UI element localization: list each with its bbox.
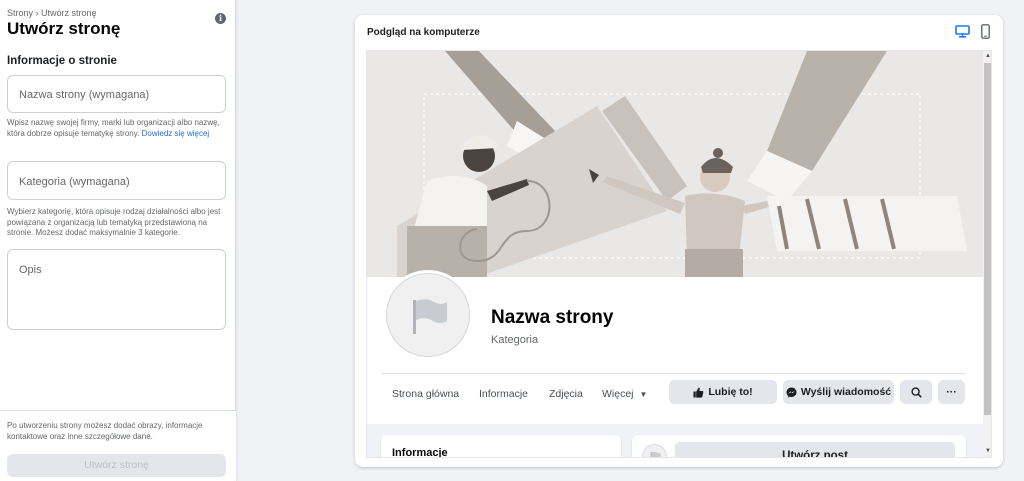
category-placeholder: Kategoria (wymagana) bbox=[19, 176, 130, 188]
preview-title: Podgląd na komputerze bbox=[367, 27, 480, 38]
create-page-sidebar: Strony › Utwórz stronę Utwórz stronę i I… bbox=[0, 0, 236, 481]
learn-more-link[interactable]: Dowiedz się więcej bbox=[142, 129, 210, 138]
page-name-help: Wpisz nazwę swojej firmy, marki lub orga… bbox=[7, 118, 229, 139]
page-title: Utwórz stronę bbox=[7, 19, 121, 38]
description-textarea[interactable]: Opis bbox=[7, 249, 226, 330]
tab-more-label: Więcej bbox=[602, 388, 634, 400]
preview-page-name: Nazwa strony bbox=[491, 307, 614, 328]
create-page-button[interactable]: Utwórz stronę bbox=[7, 454, 226, 477]
flag-icon bbox=[650, 451, 661, 457]
info-card: Informacje bbox=[381, 435, 621, 458]
like-button-label: Lubię to! bbox=[708, 386, 753, 398]
info-icon[interactable]: i bbox=[215, 13, 226, 24]
page-name-placeholder: Nazwa strony (wymagana) bbox=[19, 89, 150, 101]
like-button[interactable]: Lubię to! bbox=[669, 380, 777, 404]
scrollbar-thumb[interactable] bbox=[984, 63, 991, 415]
header-divider bbox=[381, 373, 965, 374]
scroll-down-icon[interactable]: ▼ bbox=[985, 448, 991, 454]
tab-more[interactable]: Więcej ▼ bbox=[602, 388, 647, 400]
create-post-button[interactable]: Utwórz post bbox=[675, 442, 955, 457]
search-button[interactable] bbox=[900, 380, 932, 404]
preview-page-category: Kategoria bbox=[491, 334, 539, 346]
thumbs-up-icon bbox=[693, 387, 704, 398]
preview-frame: Nazwa strony Kategoria Strona główna Inf… bbox=[366, 50, 992, 458]
more-options-button[interactable]: ··· bbox=[938, 380, 965, 404]
breadcrumb[interactable]: Strony › Utwórz stronę bbox=[7, 8, 97, 18]
page-header-area: Nazwa strony Kategoria Strona główna Inf… bbox=[367, 51, 983, 424]
messenger-icon bbox=[786, 387, 797, 398]
category-input[interactable]: Kategoria (wymagana) bbox=[7, 161, 226, 200]
tab-photos[interactable]: Zdjęcia bbox=[549, 388, 583, 400]
desktop-icon[interactable] bbox=[955, 25, 970, 43]
tab-about[interactable]: Informacje bbox=[479, 388, 528, 400]
create-post-card: Utwórz post bbox=[632, 435, 966, 457]
category-help: Wybierz kategorię, która opisuje rodzaj … bbox=[7, 207, 221, 237]
info-card-title: Informacje bbox=[392, 447, 448, 458]
description-placeholder: Opis bbox=[19, 264, 42, 276]
sidebar-footer: Po utworzeniu strony możesz dodać obrazy… bbox=[0, 410, 236, 481]
mobile-icon[interactable] bbox=[981, 24, 990, 44]
page-body: Informacje Utwórz post bbox=[367, 424, 983, 458]
send-message-button[interactable]: Wyślij wiadomość bbox=[783, 380, 894, 404]
search-icon bbox=[910, 386, 922, 398]
post-avatar bbox=[642, 444, 667, 457]
desktop-preview-card: Podgląd na komputerze Nazwa strony Kateg… bbox=[355, 15, 1003, 467]
chevron-down-icon: ▼ bbox=[639, 390, 648, 399]
scroll-up-icon[interactable]: ▲ bbox=[985, 53, 991, 59]
cover-photo bbox=[367, 51, 983, 277]
footer-note: Po utworzeniu strony możesz dodać obrazy… bbox=[7, 421, 203, 441]
section-heading: Informacje o stronie bbox=[7, 55, 117, 67]
page-name-input[interactable]: Nazwa strony (wymagana) bbox=[7, 75, 226, 113]
page-avatar[interactable] bbox=[386, 273, 470, 357]
send-message-label: Wyślij wiadomość bbox=[800, 386, 892, 398]
cover-illustration bbox=[367, 51, 983, 277]
flag-icon bbox=[413, 299, 447, 334]
more-options-icon: ··· bbox=[946, 386, 957, 398]
tab-home[interactable]: Strona główna bbox=[392, 388, 459, 400]
